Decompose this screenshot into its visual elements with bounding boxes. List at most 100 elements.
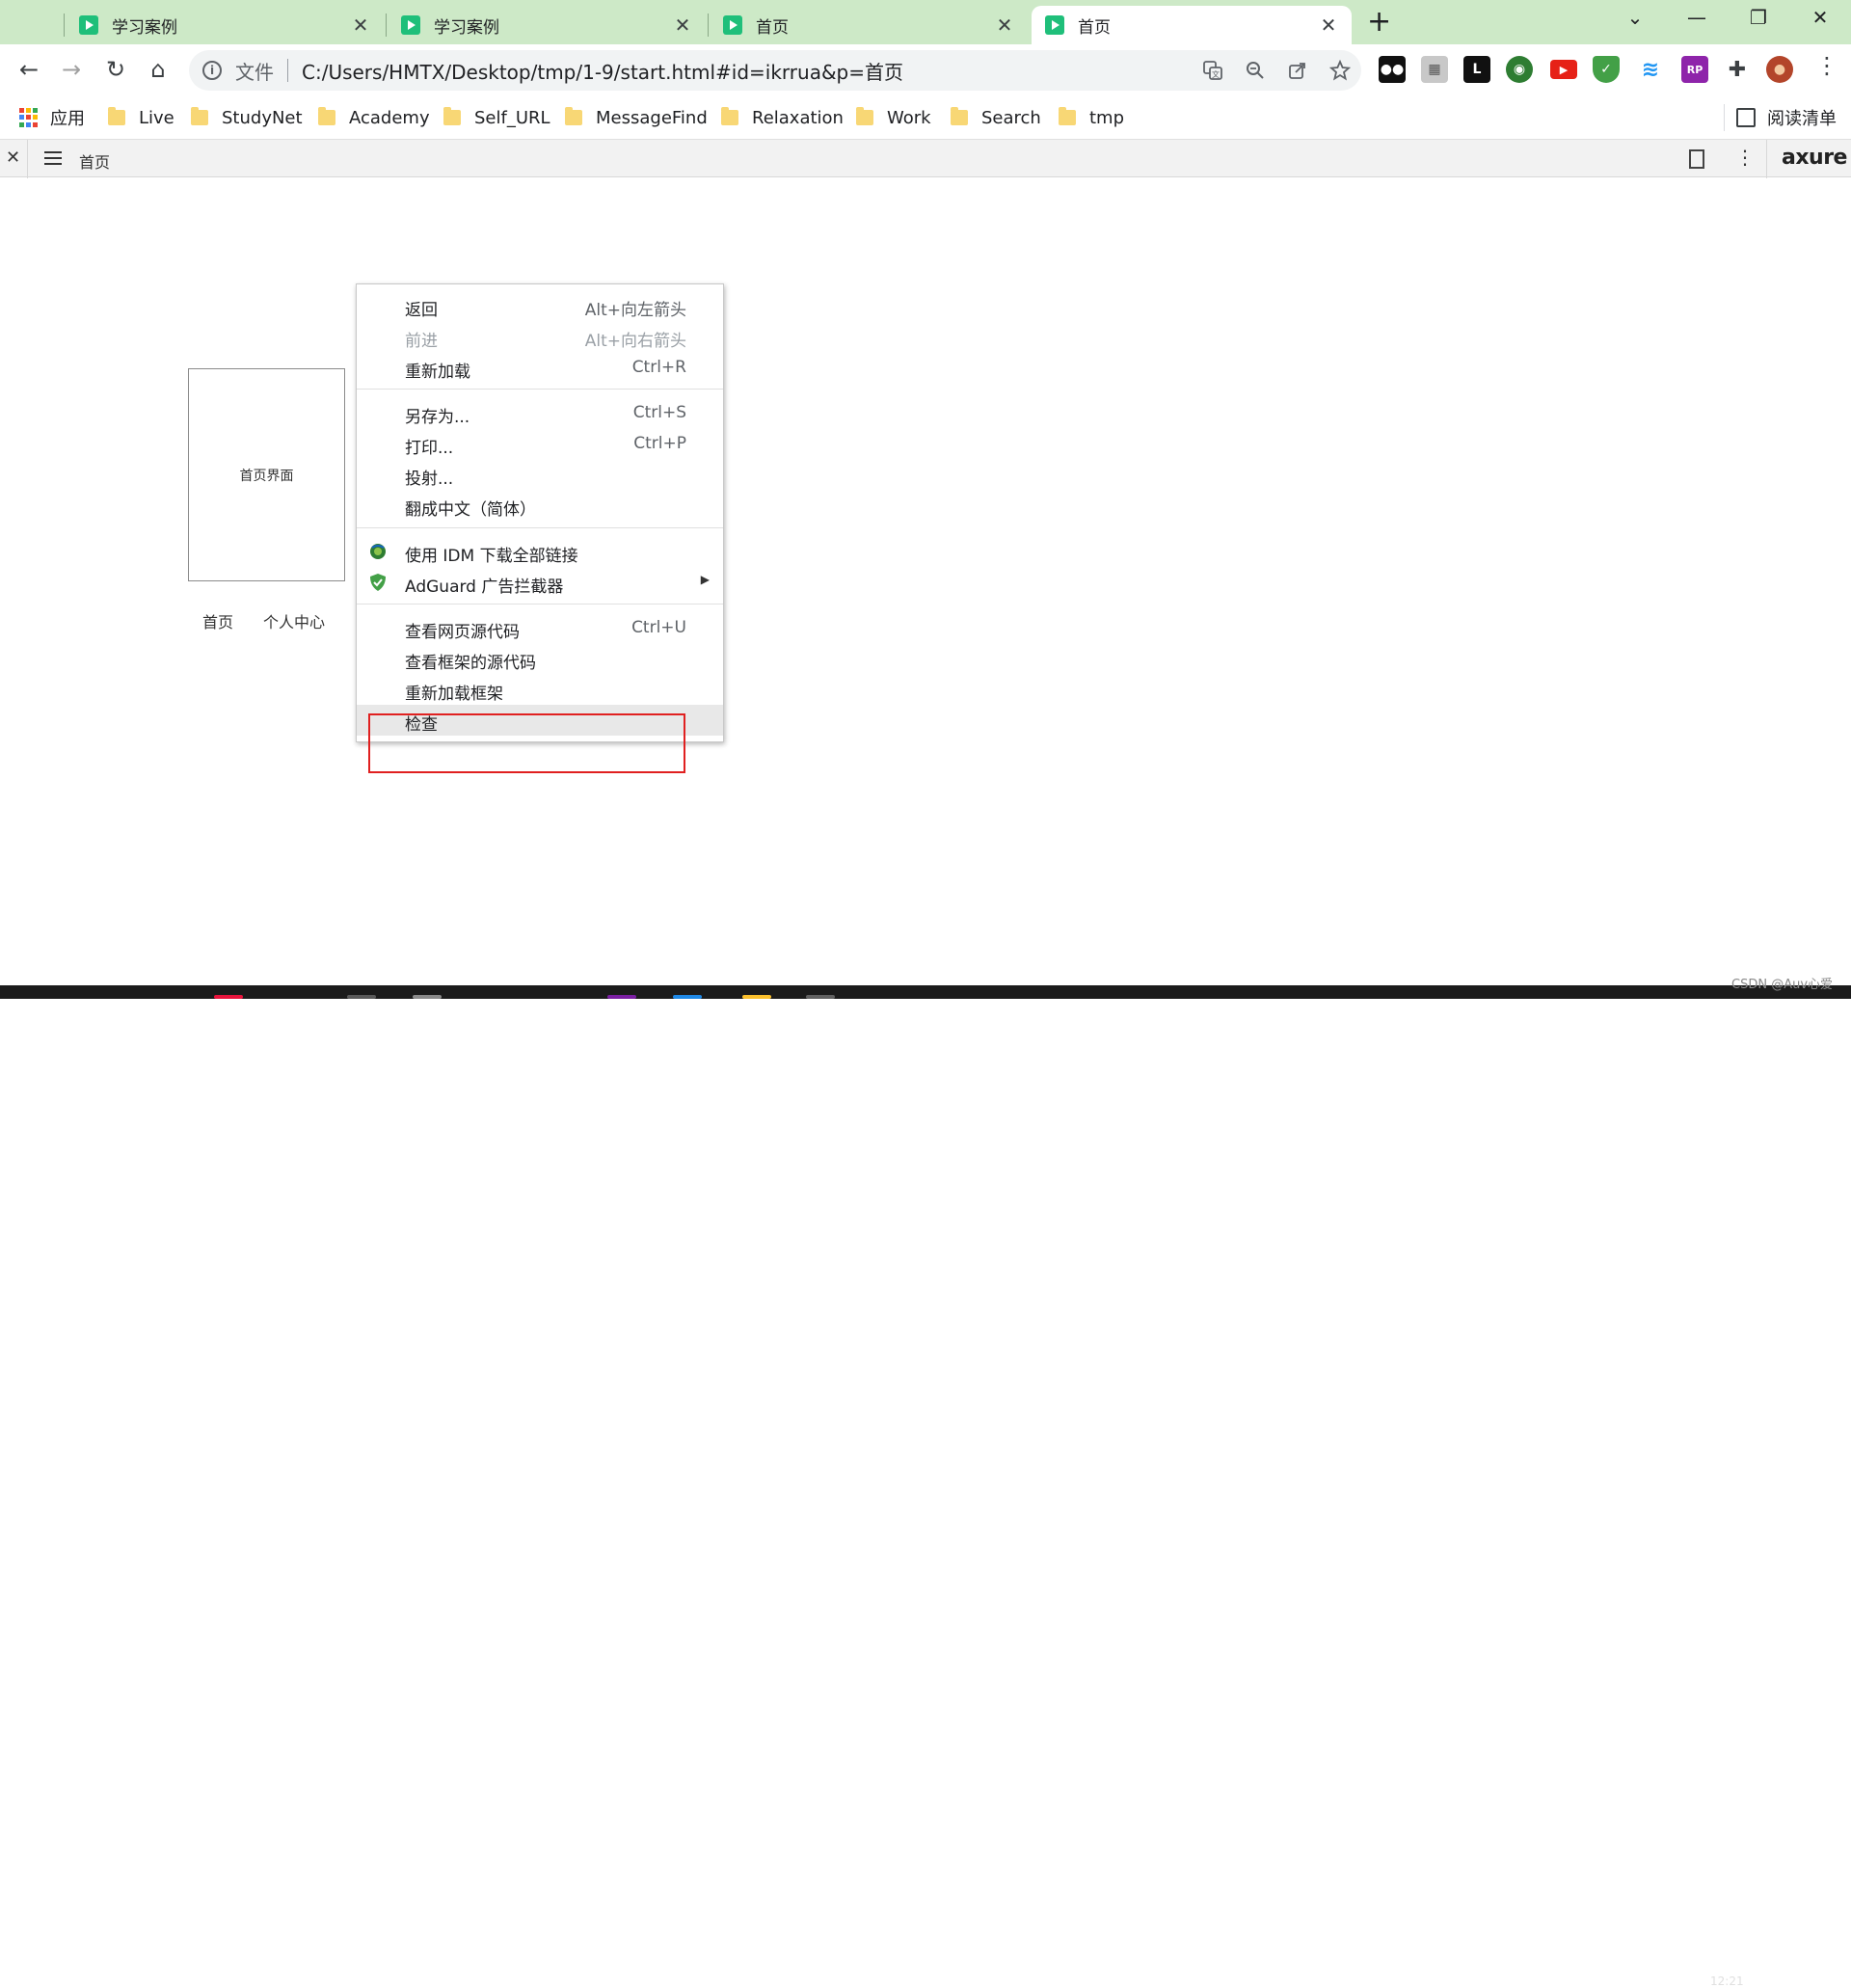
axure-more-icon[interactable]: ⋮ (1735, 146, 1755, 169)
taskbar-app-icon[interactable] (673, 995, 702, 999)
tampermonkey-icon[interactable]: ●● (1379, 56, 1406, 83)
svg-text:文: 文 (1212, 69, 1220, 79)
menu-item-save-as[interactable]: 另存为... Ctrl+S (357, 397, 723, 428)
notes-icon[interactable] (1689, 149, 1704, 169)
youtube-icon[interactable]: ▶ (1550, 60, 1577, 79)
close-sidebar-icon[interactable]: ✕ (6, 148, 20, 168)
bookmark-folder[interactable]: tmp (1059, 104, 1124, 131)
menu-item-print[interactable]: 打印... Ctrl+P (357, 428, 723, 459)
taskbar-app-icon[interactable] (413, 995, 442, 999)
extensions-puzzle-icon[interactable]: ✚ (1724, 56, 1751, 83)
menu-item-shortcut: Ctrl+P (633, 434, 686, 453)
restore-button[interactable]: ❐ (1739, 6, 1778, 29)
browser-menu-icon[interactable]: ⋮ (1812, 52, 1841, 87)
menu-item-label: 打印... (405, 439, 454, 458)
bookmark-folder[interactable]: Academy (318, 104, 430, 131)
zoom-icon[interactable] (1234, 56, 1276, 85)
taskbar-app-icon[interactable] (806, 995, 835, 999)
taskbar-app-icon[interactable] (214, 995, 243, 999)
profile-avatar-icon[interactable]: ● (1766, 56, 1793, 83)
folder-icon (565, 107, 582, 125)
menu-item-view-source[interactable]: 查看网页源代码 Ctrl+U (357, 612, 723, 643)
idm-icon[interactable]: ◉ (1506, 56, 1533, 83)
taskbar-clock: 12:21 (1710, 1975, 1744, 1988)
minimize-button[interactable]: — (1677, 6, 1716, 29)
address-bar[interactable]: i 文件 C:/Users/HMTX/Desktop/tmp/1-9/start… (189, 50, 1361, 91)
tab-close-icon[interactable]: ✕ (1319, 13, 1338, 37)
axure-rp-icon[interactable]: RP (1681, 56, 1708, 83)
toolbar-divider (27, 140, 28, 178)
bookmark-label: Live (139, 107, 174, 128)
home-icon[interactable]: ⌂ (141, 52, 175, 87)
menu-item-forward[interactable]: 前进 Alt+向右箭头 (357, 321, 723, 352)
listary-icon[interactable]: L (1463, 56, 1490, 83)
forward-icon[interactable]: → (54, 52, 89, 87)
bookmark-folder[interactable]: Self_URL (443, 104, 550, 131)
menu-separator (357, 389, 723, 390)
menu-item-translate[interactable]: 翻成中文（简体） (357, 490, 723, 521)
menu-item-label: 使用 IDM 下载全部链接 (405, 547, 578, 566)
tab-strip: 学习案例 ✕ 学习案例 ✕ 首页 ✕ 首页 ✕ + ⌄ — ❐ ✕ (0, 0, 1851, 44)
browser-tab-active[interactable]: 首页 ✕ (1032, 6, 1352, 44)
menu-item-cast[interactable]: 投射... (357, 459, 723, 490)
axure-favicon-icon (1045, 15, 1064, 35)
reading-list-button[interactable]: 阅读清单 (1724, 104, 1837, 131)
translate-icon[interactable]: 文 (1192, 56, 1234, 85)
tab-close-icon[interactable]: ✕ (673, 13, 692, 37)
profile-link[interactable]: 个人中心 (263, 609, 325, 632)
share-icon[interactable] (1276, 56, 1319, 85)
folder-icon (856, 107, 873, 125)
browser-tab[interactable]: 首页 ✕ (710, 6, 1028, 44)
taskbar-app-icon[interactable] (347, 995, 376, 999)
tab-title: 学习案例 (434, 17, 499, 38)
browser-tab[interactable]: 学习案例 ✕ (388, 6, 706, 44)
bookmark-folder[interactable]: Live (108, 104, 174, 131)
pages-menu-icon[interactable] (44, 151, 62, 167)
windows-taskbar: 12:21 (0, 985, 1851, 1988)
tab-close-icon[interactable]: ✕ (351, 13, 370, 37)
new-tab-button[interactable]: + (1367, 8, 1391, 37)
bookmark-folder[interactable]: MessageFind (565, 104, 708, 131)
bookmark-apps[interactable]: 应用 (19, 104, 85, 131)
menu-item-label: 翻成中文（简体） (405, 500, 536, 520)
home-link[interactable]: 首页 (202, 609, 233, 632)
menu-item-idm-download[interactable]: 使用 IDM 下载全部链接 (357, 536, 723, 567)
axure-favicon-icon (723, 15, 742, 35)
bookmark-folder[interactable]: Work (856, 104, 931, 131)
tab-title: 首页 (756, 17, 789, 38)
taskbar-app-icon[interactable] (742, 995, 771, 999)
taskbar-app-icon[interactable] (607, 995, 636, 999)
menu-item-reload[interactable]: 重新加载 Ctrl+R (357, 352, 723, 383)
tab-separator (386, 13, 387, 37)
omnibox-divider (287, 59, 288, 82)
menu-item-back[interactable]: 返回 Alt+向左箭头 (357, 290, 723, 321)
adguard-icon[interactable]: ✓ (1593, 56, 1620, 83)
reload-icon[interactable]: ↻ (98, 52, 133, 87)
tab-search-icon[interactable]: ⌄ (1616, 6, 1654, 29)
menu-item-shortcut: Alt+向左箭头 (584, 301, 686, 320)
bookmark-folder[interactable]: Relaxation (721, 104, 844, 131)
menu-item-label: 返回 (405, 301, 438, 320)
qr-icon[interactable]: ▦ (1421, 56, 1448, 83)
tab-close-icon[interactable]: ✕ (995, 13, 1014, 37)
browser-tab[interactable]: 学习案例 ✕ (66, 6, 384, 44)
menu-item-reload-frame[interactable]: 重新加载框架 (357, 674, 723, 705)
star-icon[interactable] (1319, 56, 1361, 85)
site-info-icon[interactable]: i (202, 61, 222, 80)
menu-item-view-frame-source[interactable]: 查看框架的源代码 (357, 643, 723, 674)
bookmark-label: Self_URL (474, 107, 550, 128)
wifi-icon[interactable]: ≋ (1637, 56, 1664, 83)
bookmark-folder[interactable]: StudyNet (191, 104, 303, 131)
bookmark-label: Work (887, 107, 931, 128)
browser-toolbar: ← → ↻ ⌂ i 文件 C:/Users/HMTX/Desktop/tmp/1… (0, 44, 1851, 96)
folder-icon (443, 107, 461, 125)
folder-icon (951, 107, 968, 125)
bookmark-folder[interactable]: Search (951, 104, 1041, 131)
back-icon[interactable]: ← (12, 52, 46, 87)
menu-item-shortcut: Ctrl+U (631, 618, 686, 637)
folder-icon (318, 107, 335, 125)
menu-item-adguard[interactable]: AdGuard 广告拦截器 ▶ (357, 567, 723, 598)
window-close-button[interactable]: ✕ (1801, 6, 1839, 29)
axure-logo: axure (1782, 146, 1847, 170)
url-text[interactable]: C:/Users/HMTX/Desktop/tmp/1-9/start.html… (302, 57, 1192, 85)
